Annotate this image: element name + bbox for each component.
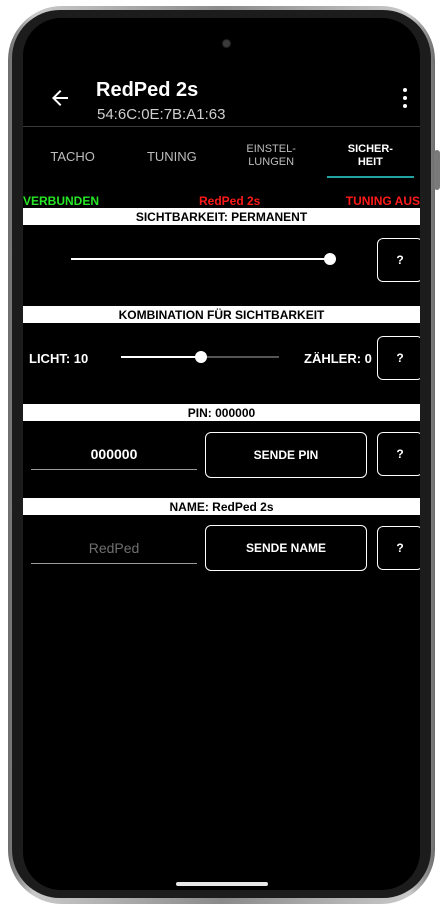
tuning-status: TUNING AUS bbox=[345, 194, 420, 208]
combination-help-button[interactable]: ? bbox=[377, 336, 420, 380]
visibility-help-button[interactable]: ? bbox=[377, 238, 420, 282]
device-name-status: RedPed 2s bbox=[199, 194, 261, 208]
pin-help-button[interactable]: ? bbox=[377, 432, 420, 476]
home-indicator[interactable] bbox=[176, 882, 268, 886]
tab-sicherheit[interactable]: SICHER- HEIT bbox=[321, 136, 420, 178]
status-row: VERBUNDEN RedPed 2s TUNING AUS bbox=[23, 194, 420, 208]
tab-tacho[interactable]: TACHO bbox=[23, 136, 122, 176]
name-help-button[interactable]: ? bbox=[377, 526, 420, 570]
tab-tuning[interactable]: TUNING bbox=[122, 136, 221, 176]
appbar-divider bbox=[23, 126, 420, 127]
counter-label: ZÄHLER: 0 bbox=[304, 351, 372, 366]
light-slider-thumb[interactable] bbox=[195, 351, 207, 363]
visibility-header: SICHTBARKEIT: PERMANENT bbox=[23, 208, 420, 225]
visibility-slider-track[interactable] bbox=[71, 258, 333, 260]
pin-input[interactable]: 000000 bbox=[31, 438, 197, 470]
name-input[interactable]: RedPed bbox=[31, 532, 197, 564]
device-address: 54:6C:0E:7B:A1:63 bbox=[97, 106, 226, 123]
light-slider-track[interactable] bbox=[201, 356, 279, 358]
more-options-icon[interactable] bbox=[402, 88, 408, 108]
name-header: NAME: RedPed 2s bbox=[23, 498, 420, 515]
connection-status: VERBUNDEN bbox=[23, 194, 100, 208]
front-camera bbox=[223, 40, 230, 47]
pin-header: PIN: 000000 bbox=[23, 404, 420, 421]
light-slider-fill[interactable] bbox=[121, 356, 201, 358]
light-label: LICHT: 10 bbox=[29, 351, 89, 366]
combination-header: KOMBINATION FÜR SICHTBARKEIT bbox=[23, 306, 420, 323]
tab-einstellungen[interactable]: EINSTEL- LUNGEN bbox=[222, 136, 321, 176]
page-title: RedPed 2s bbox=[96, 79, 199, 101]
screen: RedPed 2s 54:6C:0E:7B:A1:63 TACHO TUNING… bbox=[23, 18, 420, 890]
visibility-slider-thumb[interactable] bbox=[324, 253, 336, 265]
send-pin-button[interactable]: SENDE PIN bbox=[205, 432, 367, 478]
back-arrow-icon[interactable] bbox=[48, 86, 72, 110]
send-name-button[interactable]: SENDE NAME bbox=[205, 525, 367, 571]
volume-button bbox=[434, 150, 440, 190]
tab-bar: TACHO TUNING EINSTEL- LUNGEN SICHER- HEI… bbox=[23, 136, 420, 178]
